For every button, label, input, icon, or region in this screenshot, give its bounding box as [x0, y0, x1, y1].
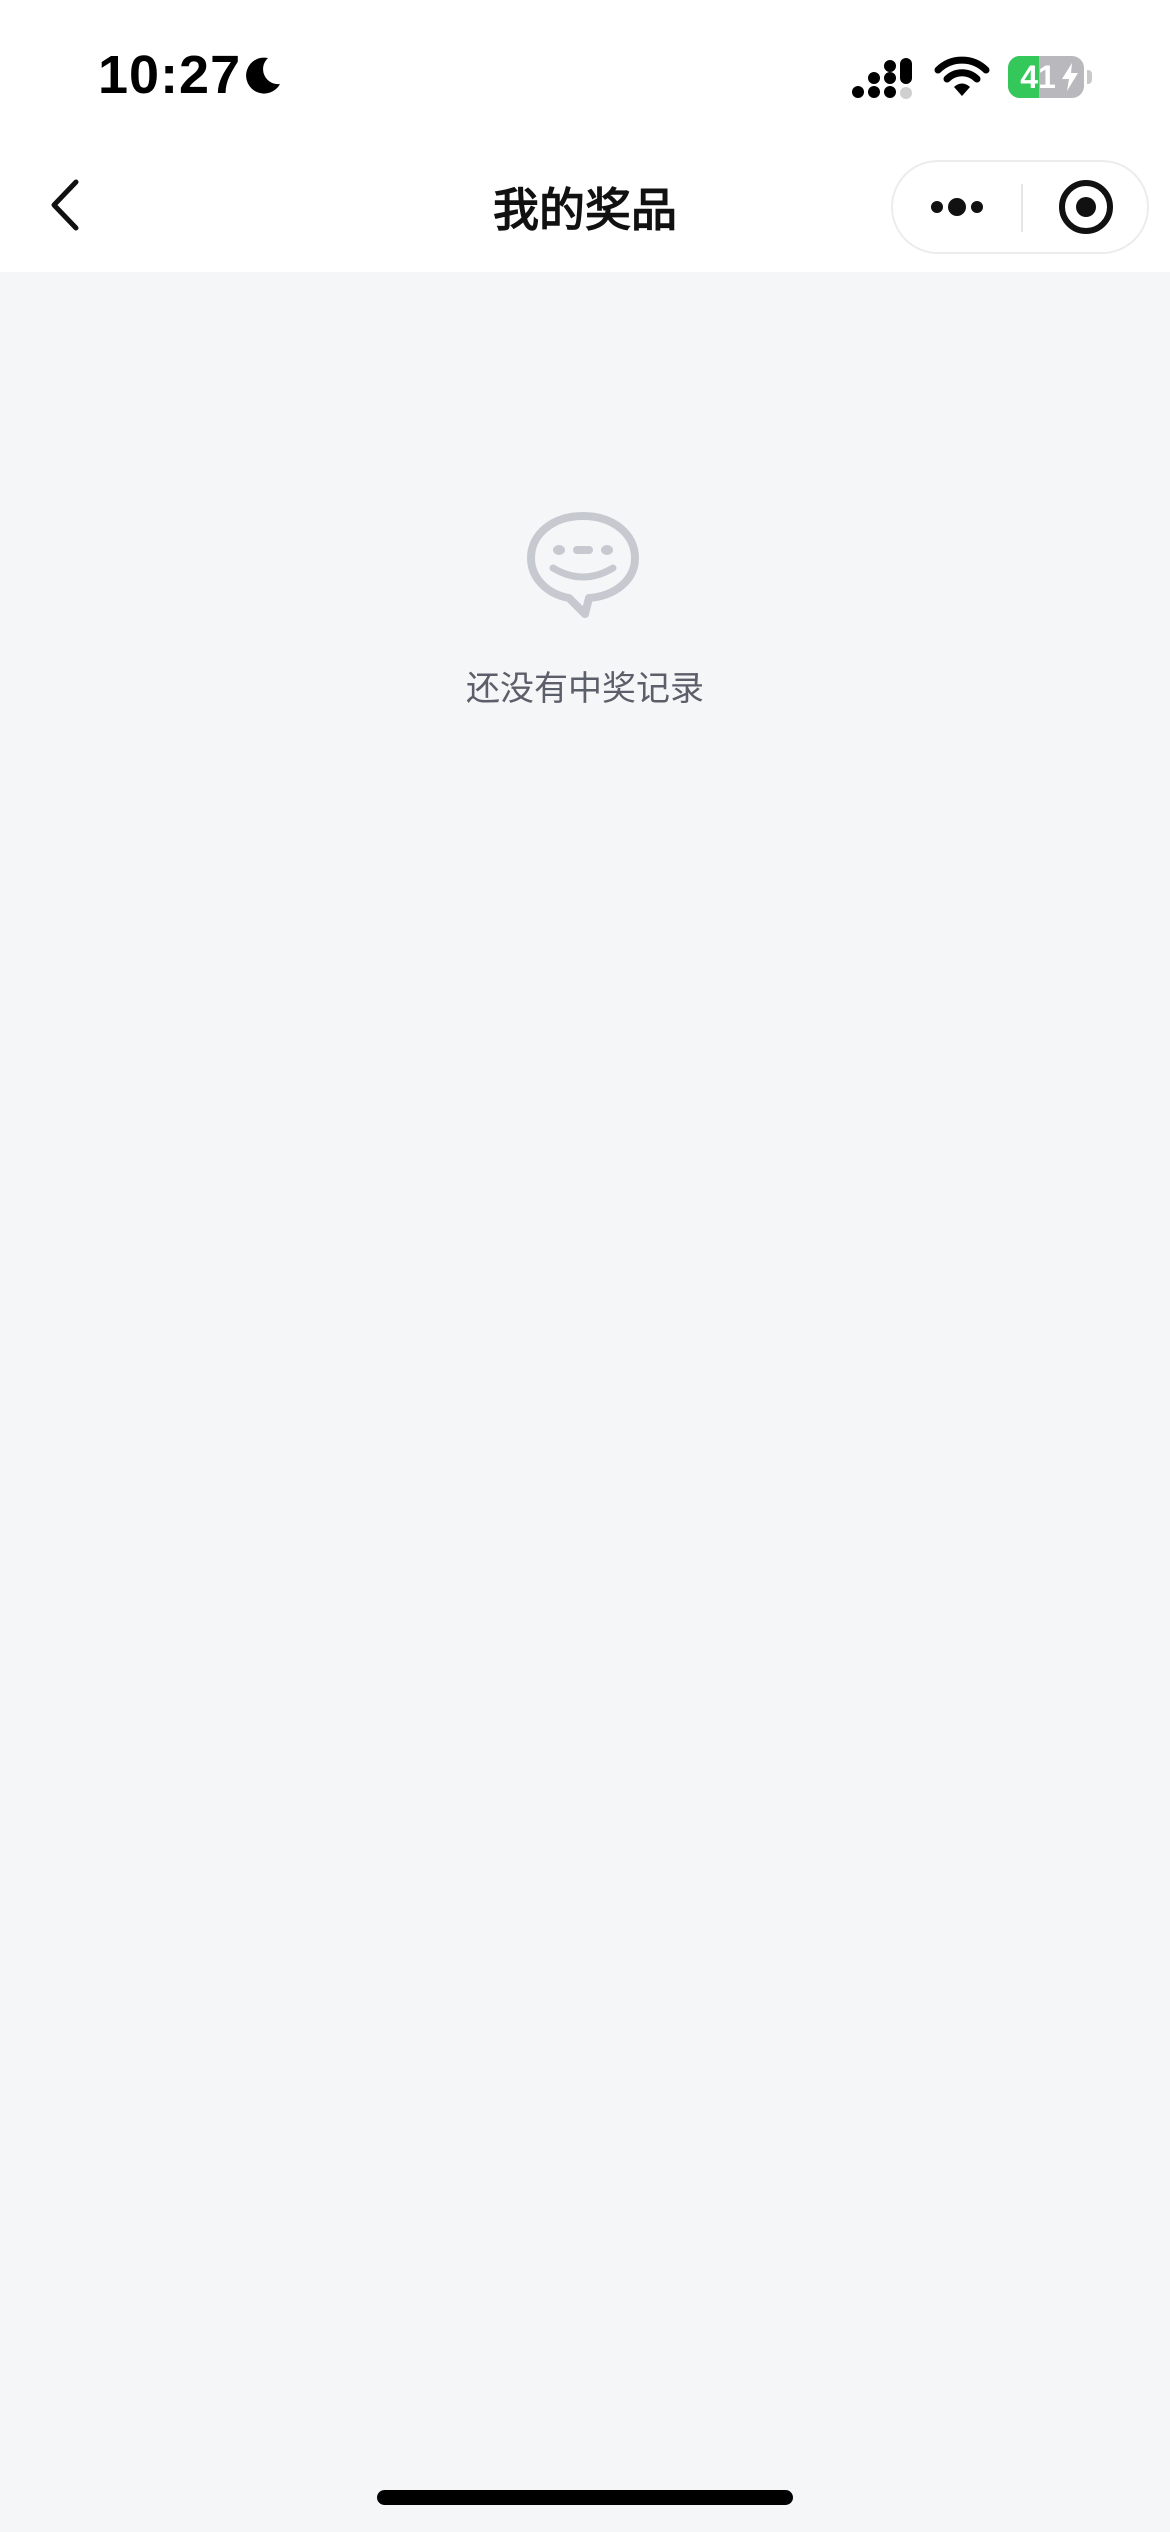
more-button[interactable] — [893, 162, 1021, 252]
battery-body: 41 — [1008, 56, 1084, 98]
signal-icon — [852, 58, 912, 99]
mini-program-capsule — [891, 160, 1149, 254]
smiley-chat-bubble-icon — [527, 512, 639, 618]
battery-icon: 41 — [1008, 56, 1092, 98]
close-target-icon — [1059, 180, 1113, 234]
empty-state: 还没有中奖记录 — [0, 510, 1170, 730]
mini-program-screen: 10:27 41 我的奖品 还没有中奖记录 — [0, 0, 1170, 2532]
navigation-bar: 我的奖品 — [0, 150, 1170, 272]
wifi-icon — [934, 56, 990, 96]
battery-cap — [1087, 70, 1092, 84]
battery-percentage: 41 — [1020, 59, 1056, 95]
empty-message: 还没有中奖记录 — [466, 669, 704, 709]
close-button[interactable] — [1023, 162, 1149, 252]
status-bar: 10:27 41 — [0, 0, 1170, 150]
more-dots-icon — [931, 198, 983, 216]
status-time: 10:27 — [98, 45, 242, 105]
moon-icon — [246, 57, 280, 94]
charging-bolt-icon — [1062, 63, 1078, 91]
home-indicator[interactable] — [377, 2490, 793, 2505]
